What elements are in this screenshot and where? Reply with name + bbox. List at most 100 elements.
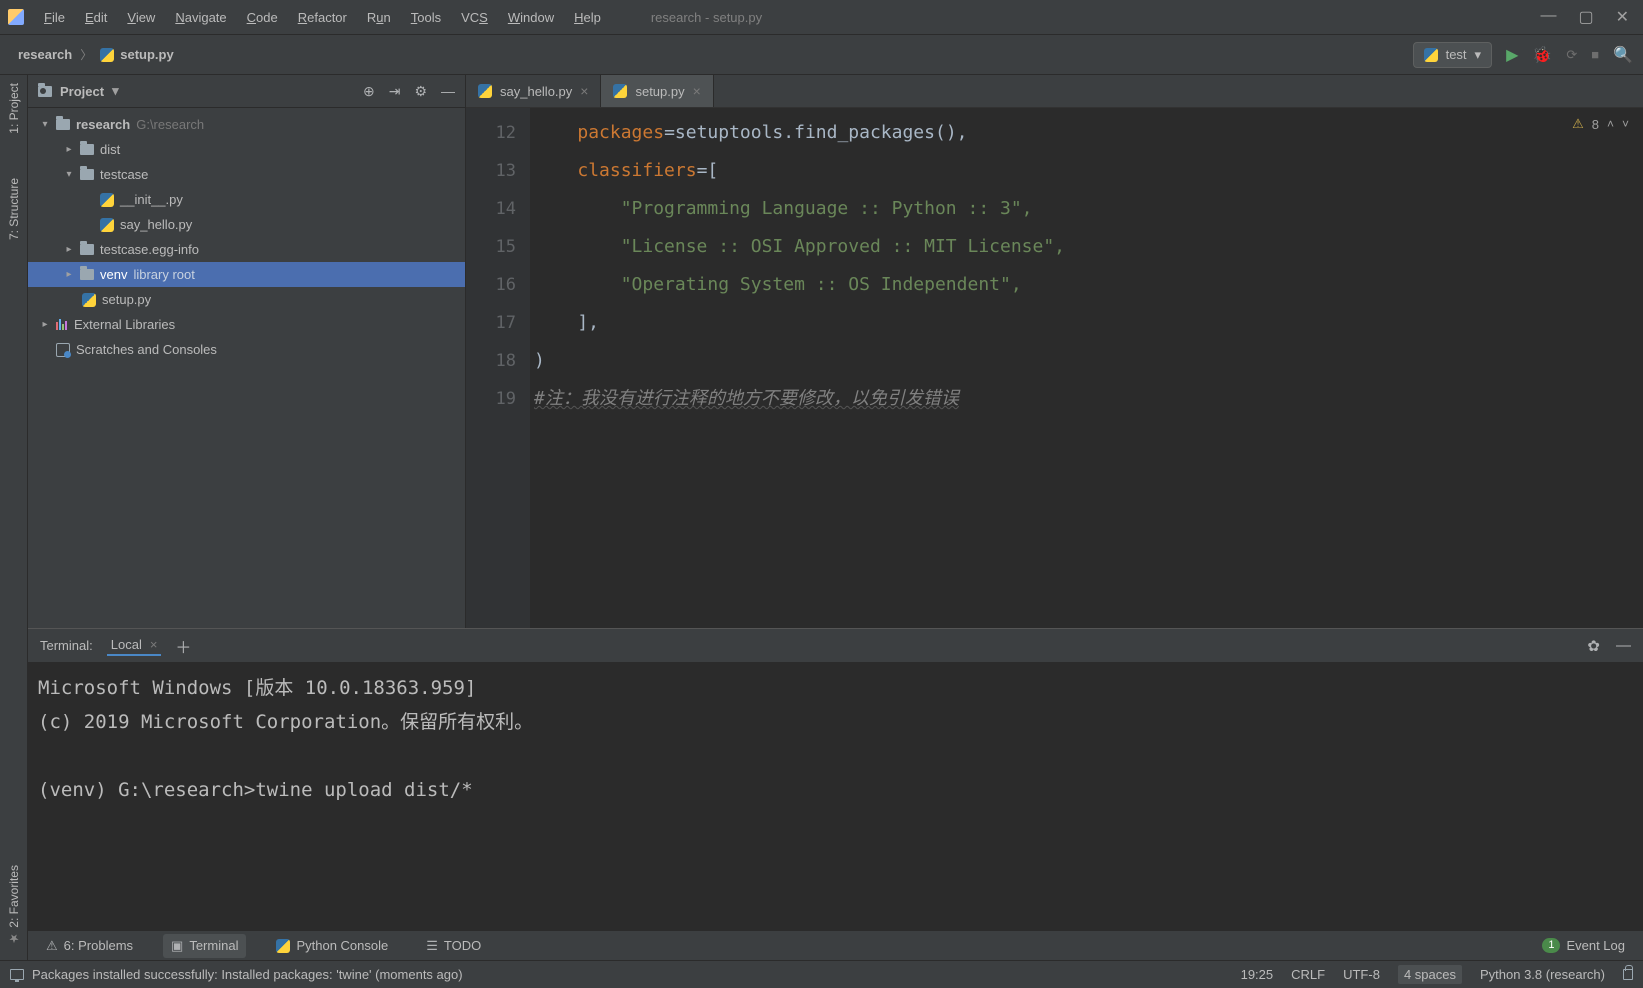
- menu-navigate[interactable]: Navigate: [165, 6, 236, 29]
- maximize-icon[interactable]: ▢: [1578, 7, 1593, 27]
- tree-external-libs[interactable]: ▸ External Libraries: [28, 312, 465, 337]
- event-count-badge: 1: [1542, 938, 1560, 953]
- library-icon: [56, 319, 68, 330]
- folder-icon: [80, 269, 94, 280]
- error-stripe[interactable]: [1627, 108, 1643, 628]
- terminal-header: Terminal: Local × ＋ ✿ —: [28, 629, 1643, 663]
- python-console-tab[interactable]: Python Console: [268, 934, 396, 957]
- menu-tools[interactable]: Tools: [401, 6, 451, 29]
- python-file-icon: [100, 48, 114, 62]
- search-everywhere-icon[interactable]: 🔍: [1613, 45, 1633, 65]
- gear-icon[interactable]: ⚙: [414, 83, 427, 100]
- event-log-tab[interactable]: 1 Event Log: [1534, 934, 1633, 957]
- left-tool-gutter: 1: Project 7: Structure ★2: Favorites: [0, 75, 28, 960]
- menu-refactor[interactable]: Refactor: [288, 6, 357, 29]
- status-message: Packages installed successfully: Install…: [32, 967, 463, 982]
- code-editor[interactable]: packages=setuptools.find_packages(), cla…: [530, 108, 1627, 628]
- status-interpreter[interactable]: Python 3.8 (research): [1480, 967, 1605, 982]
- run-config-name: test: [1446, 47, 1467, 62]
- todo-icon: ☰: [426, 938, 438, 954]
- terminal-title: Terminal:: [40, 638, 93, 653]
- menu-vcs[interactable]: VCS: [451, 6, 498, 29]
- run-config-selector[interactable]: test ▾: [1413, 42, 1493, 68]
- terminal-tab-local[interactable]: Local ×: [107, 635, 162, 656]
- todo-tab[interactable]: ☰ TODO: [418, 934, 489, 958]
- new-terminal-button[interactable]: ＋: [175, 634, 191, 658]
- menu-file[interactable]: File: [34, 6, 75, 29]
- python-file-icon: [100, 193, 114, 207]
- status-time[interactable]: 19:25: [1241, 967, 1274, 982]
- tree-testcase[interactable]: ▾ testcase: [28, 162, 465, 187]
- line-number-gutter[interactable]: 12 13 14 15 16 17 18 19: [466, 108, 530, 628]
- python-file-icon: [613, 84, 627, 98]
- terminal-body[interactable]: Microsoft Windows [版本 10.0.18363.959] (c…: [28, 663, 1643, 930]
- folder-icon: [80, 144, 94, 155]
- tree-venv[interactable]: ▸ venv library root: [28, 262, 465, 287]
- star-icon: ★: [7, 932, 21, 946]
- python-icon: [1424, 48, 1438, 62]
- hide-icon[interactable]: —: [441, 83, 455, 100]
- coverage-button[interactable]: ⟳: [1566, 47, 1577, 63]
- debug-button[interactable]: 🐞: [1532, 45, 1552, 65]
- python-file-icon: [478, 84, 492, 98]
- window-title: research - setup.py: [611, 10, 1541, 25]
- python-file-icon: [82, 293, 96, 307]
- problems-tab[interactable]: ⚠ 6: Problems: [38, 934, 141, 958]
- menu-view[interactable]: View: [117, 6, 165, 29]
- app-icon: [8, 9, 24, 25]
- tree-say-hello[interactable]: say_hello.py: [28, 212, 465, 237]
- menu-help[interactable]: Help: [564, 6, 611, 29]
- project-panel-title: Project: [60, 84, 104, 99]
- editor-tab-setup[interactable]: setup.py ×: [601, 75, 713, 107]
- close-tab-icon[interactable]: ×: [150, 637, 158, 652]
- status-indent[interactable]: 4 spaces: [1398, 965, 1462, 984]
- tree-scratches[interactable]: Scratches and Consoles: [28, 337, 465, 362]
- menu-edit[interactable]: Edit: [75, 6, 117, 29]
- bottom-tool-tabs: ⚠ 6: Problems ▣ Terminal Python Console …: [28, 930, 1643, 960]
- tree-root[interactable]: ▾ research G:\research: [28, 112, 465, 137]
- menu-run[interactable]: Run: [357, 6, 401, 29]
- locate-icon[interactable]: ⊕: [363, 83, 375, 100]
- inspections-widget[interactable]: ⚠ 8 ˄ ˅: [1572, 116, 1629, 132]
- close-icon[interactable]: ✕: [1616, 7, 1629, 27]
- close-tab-icon[interactable]: ×: [693, 83, 701, 99]
- tree-dist[interactable]: ▸ dist: [28, 137, 465, 162]
- minimize-icon[interactable]: —: [1540, 7, 1556, 27]
- terminal-panel: Terminal: Local × ＋ ✿ — Microsoft Window…: [28, 628, 1643, 930]
- chevron-right-icon: 〉: [80, 46, 92, 63]
- folder-icon: [56, 119, 70, 130]
- favorites-tool-tab[interactable]: ★2: Favorites: [5, 861, 23, 950]
- tree-egg-info[interactable]: ▸ testcase.egg-info: [28, 237, 465, 262]
- menu-window[interactable]: Window: [498, 6, 564, 29]
- chevron-down-icon[interactable]: ˅: [1622, 117, 1629, 131]
- close-tab-icon[interactable]: ×: [580, 83, 588, 99]
- project-tool-tab[interactable]: 1: Project: [5, 79, 23, 138]
- status-icon: [10, 969, 24, 980]
- chevron-down-icon[interactable]: ▾: [112, 83, 119, 99]
- terminal-tab[interactable]: ▣ Terminal: [163, 934, 246, 958]
- collapse-icon[interactable]: ⇥: [389, 83, 401, 100]
- chevron-down-icon: ▾: [1475, 47, 1482, 63]
- gear-icon[interactable]: ✿: [1587, 637, 1600, 655]
- tree-init-py[interactable]: __init__.py: [28, 187, 465, 212]
- run-button[interactable]: ▶: [1506, 45, 1518, 65]
- tree-setup-py[interactable]: setup.py: [28, 287, 465, 312]
- editor-tabs: say_hello.py × setup.py ×: [466, 75, 1643, 108]
- status-bar: Packages installed successfully: Install…: [0, 960, 1643, 988]
- breadcrumb: research 〉 setup.py: [18, 46, 174, 63]
- status-line-sep[interactable]: CRLF: [1291, 967, 1325, 982]
- project-tree[interactable]: ▾ research G:\research ▸ dist ▾ testcase…: [28, 108, 465, 628]
- lock-icon[interactable]: [1623, 969, 1633, 980]
- folder-icon: [80, 244, 94, 255]
- breadcrumb-file[interactable]: setup.py: [100, 47, 173, 62]
- structure-tool-tab[interactable]: 7: Structure: [5, 174, 23, 244]
- menu-code[interactable]: Code: [237, 6, 288, 29]
- breadcrumb-root[interactable]: research: [18, 47, 72, 62]
- editor-tab-say-hello[interactable]: say_hello.py ×: [466, 75, 601, 107]
- status-encoding[interactable]: UTF-8: [1343, 967, 1380, 982]
- terminal-icon: ▣: [171, 938, 183, 954]
- hide-icon[interactable]: —: [1616, 637, 1631, 655]
- stop-button[interactable]: ■: [1591, 47, 1599, 62]
- chevron-up-icon[interactable]: ˄: [1607, 117, 1614, 131]
- project-panel-header: Project ▾ ⊕ ⇥ ⚙ —: [28, 75, 465, 108]
